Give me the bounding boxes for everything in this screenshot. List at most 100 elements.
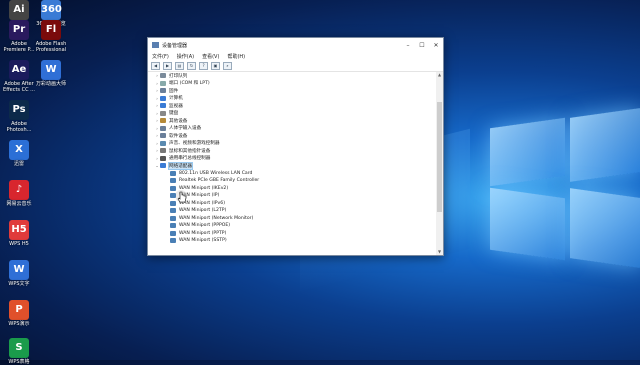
menu-file[interactable]: 文件(F)	[152, 53, 169, 60]
scan-icon[interactable]: ⌕	[223, 62, 232, 70]
forward-icon[interactable]: ▶	[163, 62, 172, 70]
device-category[interactable]: › 通用串行总线控制器	[148, 155, 435, 163]
desktop-icon[interactable]: Pr Adobe Premiere P...	[2, 20, 36, 53]
device-label: 计算机	[169, 96, 183, 102]
scroll-up-icon[interactable]: ▲	[436, 72, 443, 78]
device-manager-window[interactable]: 设备管理器 – ☐ ✕ 文件(F) 操作(A) 查看(V) 帮助(H) ◀ ▶ …	[147, 37, 444, 256]
device-category[interactable]: ⌄ 网络适配器	[148, 161, 435, 170]
device-label: 鼠标和其他指针设备	[169, 148, 211, 154]
device-category[interactable]: › 打印队列	[148, 72, 435, 80]
toolbar: ◀ ▶ ▤ ↻ ? ▣ ⌕	[148, 61, 443, 72]
device-label: 软件设备	[169, 133, 188, 139]
properties-icon[interactable]: ▤	[175, 62, 184, 70]
desktop-icon-label: Adobe After Effects CC ...	[3, 81, 35, 93]
device-item[interactable]: Realtek PCIe GBE Family Controller	[148, 177, 435, 185]
device-icon	[170, 208, 176, 214]
device-manager-icon	[152, 42, 159, 48]
desktop-icon[interactable]: W 万彩动画大师	[34, 60, 68, 87]
device-category[interactable]: › 软件设备	[148, 132, 435, 140]
desktop-icon[interactable]: H5 WPS H5	[2, 220, 36, 247]
device-label: 固件	[169, 88, 179, 94]
device-icon[interactable]: ▣	[211, 62, 220, 70]
close-button[interactable]: ✕	[429, 42, 443, 49]
app-icon: ♪	[9, 180, 29, 200]
device-icon	[160, 80, 166, 86]
desktop-icon-label: 网易云音乐	[6, 201, 32, 207]
desktop-icon[interactable]: ♪ 网易云音乐	[2, 180, 36, 207]
menu-bar: 文件(F) 操作(A) 查看(V) 帮助(H)	[148, 52, 443, 61]
desktop-icon[interactable]: Ae Adobe After Effects CC ...	[2, 60, 36, 93]
desktop-icon-label: WPS演示	[8, 321, 30, 327]
device-category[interactable]: › 端口 (COM 和 LPT)	[148, 80, 435, 88]
device-icon	[160, 103, 166, 109]
device-category[interactable]: › 人体学输入设备	[148, 125, 435, 133]
device-category[interactable]: › 鼠标和其他指针设备	[148, 147, 435, 155]
desktop-icon[interactable]: Ps Adobe Photosh...	[2, 100, 36, 133]
device-item[interactable]: WAN Miniport (PPTP)	[148, 230, 435, 238]
app-icon: W	[9, 260, 29, 280]
device-icon	[160, 148, 166, 154]
windows-logo	[450, 95, 640, 305]
device-label: WAN Miniport (L2TP)	[179, 208, 227, 214]
window-title: 设备管理器	[162, 42, 188, 49]
device-icon	[160, 88, 166, 94]
app-icon: Fl	[41, 20, 61, 40]
device-item[interactable]: WAN Miniport (Network Monitor)	[148, 215, 435, 223]
device-icon	[170, 178, 176, 184]
hand-cursor-icon	[176, 190, 187, 203]
device-category[interactable]: › 计算机	[148, 95, 435, 103]
device-icon	[160, 95, 166, 101]
device-item[interactable]: WAN Miniport (SSTP)	[148, 237, 435, 245]
maximize-button[interactable]: ☐	[415, 42, 429, 49]
device-item[interactable]: 802.11n USB Wireless LAN Card	[148, 170, 435, 178]
desktop-icon-label: WPS文字	[8, 281, 30, 287]
menu-help[interactable]: 帮助(H)	[227, 53, 245, 60]
desktop-icon[interactable]: S WPS表格	[2, 338, 36, 365]
device-category[interactable]: › 固件	[148, 87, 435, 95]
device-item[interactable]: WAN Miniport (IP)	[148, 192, 435, 200]
device-label: WAN Miniport (SSTP)	[179, 238, 227, 244]
device-icon	[170, 223, 176, 229]
scroll-thumb[interactable]	[437, 102, 442, 212]
desktop-icon-label: Adobe Photosh...	[6, 121, 32, 133]
logo-pane	[570, 188, 640, 268]
device-category[interactable]: › 其他设备	[148, 117, 435, 125]
device-icon	[160, 73, 166, 79]
device-label: 端口 (COM 和 LPT)	[169, 81, 210, 87]
app-icon: X	[9, 140, 29, 160]
app-icon: Ae	[9, 60, 29, 80]
menu-view[interactable]: 查看(V)	[202, 53, 219, 60]
device-icon	[160, 125, 166, 131]
app-icon: Pr	[9, 20, 29, 40]
device-item[interactable]: WAN Miniport (L2TP)	[148, 207, 435, 215]
scroll-down-icon[interactable]: ▼	[436, 249, 443, 255]
desktop-icon[interactable]: Fl Adobe Flash Professional	[34, 20, 68, 53]
app-icon: S	[9, 338, 29, 358]
desktop-icon[interactable]: P WPS演示	[2, 300, 36, 327]
device-item[interactable]: WAN Miniport (IKEv2)	[148, 185, 435, 193]
vertical-scrollbar[interactable]: ▲ ▼	[436, 72, 443, 255]
logo-pane	[490, 187, 565, 261]
device-item[interactable]: WAN Miniport (PPPOE)	[148, 222, 435, 230]
device-category[interactable]: › 监视器	[148, 102, 435, 110]
device-category[interactable]: › 声音、视频和游戏控制器	[148, 140, 435, 148]
device-item[interactable]: WAN Miniport (IPv6)	[148, 200, 435, 208]
device-label: 监视器	[169, 103, 183, 109]
app-icon: H5	[9, 220, 29, 240]
device-label: WAN Miniport (PPPOE)	[179, 223, 231, 229]
desktop-icon-label: Adobe Flash Professional	[35, 41, 67, 53]
title-bar[interactable]: 设备管理器 – ☐ ✕	[148, 38, 443, 52]
device-label: 声音、视频和游戏控制器	[169, 141, 220, 147]
refresh-icon[interactable]: ↻	[187, 62, 196, 70]
app-icon: 360	[41, 0, 62, 20]
device-category[interactable]: › 键盘	[148, 110, 435, 118]
back-icon[interactable]: ◀	[151, 62, 160, 70]
desktop-icon[interactable]: X 迅雷	[2, 140, 36, 167]
minimize-button[interactable]: –	[401, 42, 415, 49]
device-tree[interactable]: › 打印队列 › 端口 (COM 和 LPT) › 固件 › 计算机 › 监视器 › 键盘 › 其他设备 ›…	[148, 72, 435, 255]
menu-action[interactable]: 操作(A)	[177, 53, 194, 60]
help-icon[interactable]: ?	[199, 62, 208, 70]
app-icon: Ai	[9, 0, 29, 20]
desktop-icon[interactable]: W WPS文字	[2, 260, 36, 287]
desktop-icon-label: WPS H5	[9, 241, 29, 247]
